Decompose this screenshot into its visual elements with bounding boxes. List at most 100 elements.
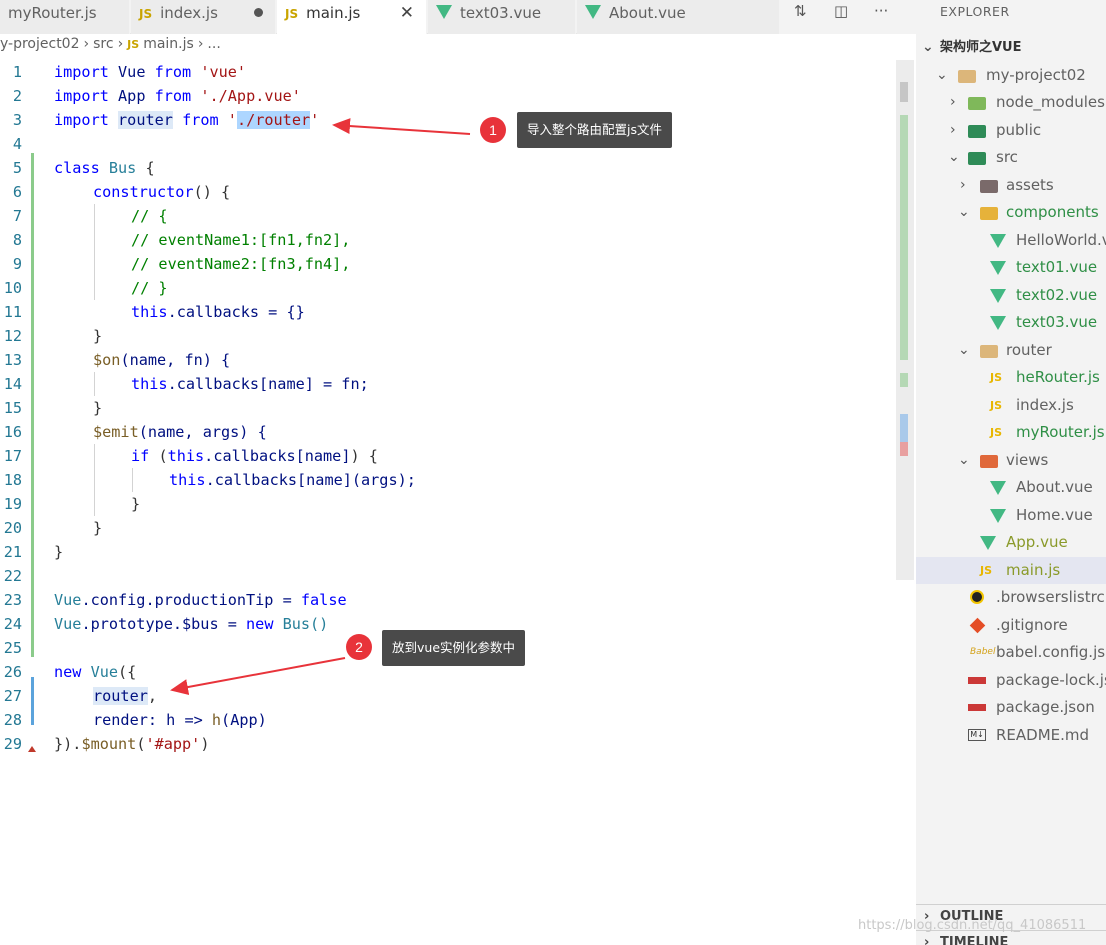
code-line[interactable]: 19}: [0, 492, 900, 516]
split-editor-icon[interactable]: ◫: [834, 2, 848, 20]
tree-item-src[interactable]: ⌄ src: [916, 144, 1106, 171]
tree-item-label: package-lock.json: [996, 671, 1106, 689]
tree-item-assets[interactable]: › assets: [916, 172, 1106, 199]
code-line[interactable]: 8 // eventName1:[fn1,fn2],: [0, 228, 900, 252]
git-icon: [969, 617, 986, 634]
tree-item-components[interactable]: ⌄ components: [916, 199, 1106, 226]
breadcrumb: y-project02 › src › JS main.js ›...: [0, 36, 225, 58]
code-line[interactable]: 7 // {: [0, 204, 900, 228]
code-line[interactable]: 28 render: h => h(App): [0, 708, 900, 732]
tree-item-package-lock-json[interactable]: package-lock.json: [916, 667, 1106, 694]
tree-item-router[interactable]: ⌄ router: [916, 337, 1106, 364]
tree-item-public[interactable]: › public: [916, 117, 1106, 144]
code-line[interactable]: 29}).$mount('#app'): [0, 732, 900, 756]
annotation-1-badge: 1: [480, 117, 506, 143]
breadcrumb-symbol[interactable]: ...: [207, 36, 220, 52]
tree-item-text03-vue[interactable]: text03.vue: [916, 309, 1106, 336]
src-folder-icon: [968, 152, 986, 165]
unsaved-dot-icon[interactable]: [254, 8, 263, 17]
tree-item-gitignore[interactable]: .gitignore: [916, 612, 1106, 639]
code-text: }: [54, 543, 64, 561]
code-line[interactable]: 17 if (this.callbacks[name]) {: [0, 444, 900, 468]
line-number: 27: [3, 687, 22, 705]
editor-actions: ⇅ ◫ ···: [780, 0, 916, 34]
tab-myrouter-js[interactable]: myRouter.js: [0, 0, 130, 34]
tab-label: text03.vue: [460, 4, 542, 22]
code-line[interactable]: 2 import App from './App.vue': [0, 84, 900, 108]
tab-about-vue[interactable]: About.vue: [577, 0, 780, 34]
code-text: import router from './router': [54, 111, 320, 129]
code-text: new Vue({: [54, 663, 137, 681]
tree-item-main-js[interactable]: JS main.js: [916, 557, 1106, 584]
code-line[interactable]: 20}: [0, 516, 900, 540]
code-line[interactable]: 22: [0, 564, 900, 588]
tree-item-text01-vue[interactable]: text01.vue: [916, 254, 1106, 281]
tab-label: main.js: [306, 4, 361, 22]
code-line[interactable]: 16 $emit(name, args) {: [0, 420, 900, 444]
workspace-root[interactable]: ⌄ 架构师之VUE: [916, 34, 1106, 61]
tree-item-herouter-js[interactable]: JS heRouter.js: [916, 364, 1106, 391]
code-line[interactable]: 12}: [0, 324, 900, 348]
tree-item-views[interactable]: ⌄ views: [916, 447, 1106, 474]
line-number: 9: [12, 255, 22, 273]
vue-icon: [990, 234, 1006, 248]
compare-changes-icon[interactable]: ⇅: [794, 2, 807, 20]
code-line[interactable]: 4: [0, 132, 900, 156]
code-line[interactable]: 11 this.callbacks = {}: [0, 300, 900, 324]
chevron-down-icon: ⌄: [922, 39, 934, 55]
code-line[interactable]: 27 router,: [0, 684, 900, 708]
tree-item-babel-config-js[interactable]: Babel babel.config.js: [916, 639, 1106, 666]
tree-item-app-vue[interactable]: App.vue: [916, 529, 1106, 556]
close-icon[interactable]: ✕: [400, 0, 414, 26]
code-line[interactable]: 3 import router from './router': [0, 108, 900, 132]
js-icon: JS: [127, 38, 140, 51]
code-text: class Bus {: [54, 159, 155, 177]
tree-item-my-project02[interactable]: ⌄ my-project02: [916, 62, 1106, 89]
vue-icon: [990, 261, 1006, 275]
code-line[interactable]: 13 $on(name, fn) {: [0, 348, 900, 372]
code-line[interactable]: 6 constructor() {: [0, 180, 900, 204]
code-line[interactable]: 5 class Bus {: [0, 156, 900, 180]
tab-text03-vue[interactable]: text03.vue: [428, 0, 576, 34]
code-line[interactable]: 21}: [0, 540, 900, 564]
breadcrumb-src[interactable]: src: [93, 36, 113, 52]
scrollbar-thumb[interactable]: [900, 82, 908, 102]
code-editor[interactable]: 1 import Vue from 'vue' 2 import App from …: [0, 60, 900, 945]
tree-item-home-vue[interactable]: Home.vue: [916, 502, 1106, 529]
tree-item-text02-vue[interactable]: text02.vue: [916, 282, 1106, 309]
tree-item-label: myRouter.js: [1016, 423, 1105, 441]
tab-main-js[interactable]: JS main.js ✕: [277, 0, 427, 34]
code-line[interactable]: 23 Vue.config.productionTip = false: [0, 588, 900, 612]
tree-item-package-json[interactable]: package.json: [916, 694, 1106, 721]
tab-index-js[interactable]: JS index.js: [131, 0, 276, 34]
line-number: 6: [12, 183, 22, 201]
vue-icon: [990, 316, 1006, 330]
breadcrumb-file[interactable]: main.js: [143, 36, 194, 52]
code-line[interactable]: 10 // }: [0, 276, 900, 300]
annotation-2-tooltip: 放到vue实例化参数中: [382, 630, 526, 666]
tab-label: myRouter.js: [8, 4, 97, 22]
chevron-down-icon: ⌄: [958, 452, 970, 468]
more-actions-icon[interactable]: ···: [874, 2, 888, 20]
tree-item-readme-md[interactable]: M↓ README.md: [916, 722, 1106, 749]
code-line[interactable]: 15}: [0, 396, 900, 420]
code-line[interactable]: 1 import Vue from 'vue': [0, 60, 900, 84]
tree-item-browserslistrc[interactable]: .browserslistrc: [916, 584, 1106, 611]
chevron-right-icon: ›: [924, 935, 930, 945]
tree-item-helloworld-vue[interactable]: HelloWorld.vue: [916, 227, 1106, 254]
code-line[interactable]: 9 // eventName2:[fn3,fn4],: [0, 252, 900, 276]
code-text: import Vue from 'vue': [54, 63, 247, 81]
overview-ruler[interactable]: [896, 60, 914, 580]
code-line[interactable]: 18 this.callbacks[name](args);: [0, 468, 900, 492]
tree-item-about-vue[interactable]: About.vue: [916, 474, 1106, 501]
annotation-1-tooltip: 导入整个路由配置js文件: [517, 112, 672, 148]
tree-item-myrouter-js[interactable]: JS myRouter.js: [916, 419, 1106, 446]
tree-item-label: index.js: [1016, 396, 1074, 414]
breadcrumb-project[interactable]: y-project02: [0, 36, 80, 52]
watermark: https://blog.csdn.net/qq_41086511: [858, 918, 1087, 933]
tree-item-node-modules[interactable]: › node_modules: [916, 89, 1106, 116]
vue-icon: [990, 509, 1006, 523]
code-line[interactable]: 14 this.callbacks[name] = fn;: [0, 372, 900, 396]
js-file-icon: JS: [990, 426, 1003, 439]
tree-item-index-js[interactable]: JS index.js: [916, 392, 1106, 419]
